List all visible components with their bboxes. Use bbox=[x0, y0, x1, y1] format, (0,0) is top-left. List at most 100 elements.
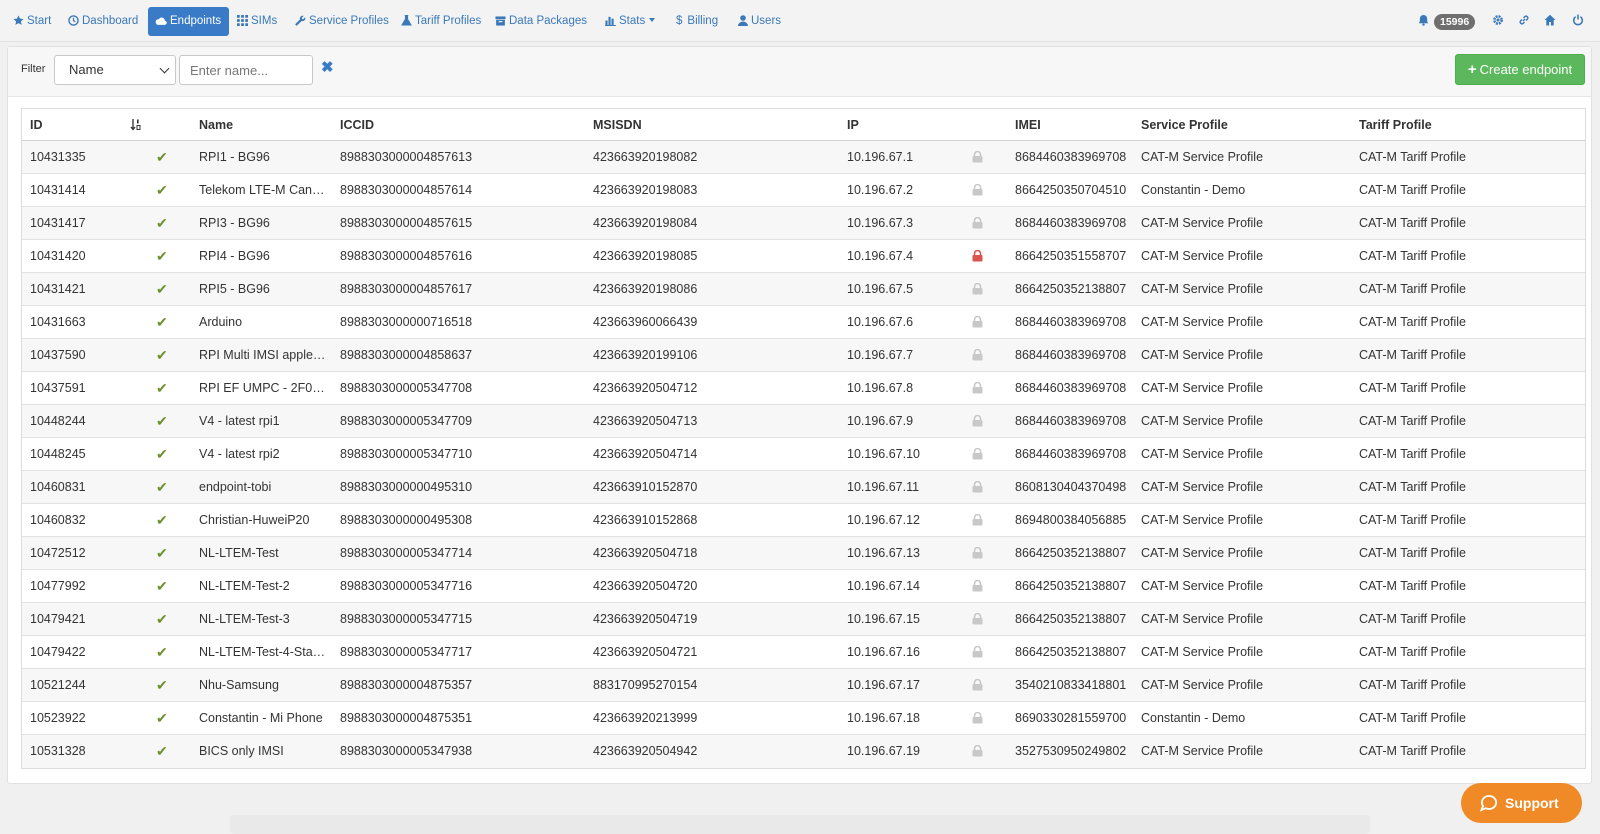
nav-start[interactable]: Start bbox=[6, 7, 58, 36]
notification-count-badge[interactable]: 15996 bbox=[1434, 14, 1476, 30]
create-endpoint-button[interactable]: + Create endpoint bbox=[1455, 54, 1585, 85]
support-button[interactable]: Support bbox=[1461, 783, 1582, 823]
header-ip[interactable]: IP bbox=[847, 109, 957, 140]
cell-name[interactable]: RPI EF UMPC - 2F0… bbox=[199, 372, 329, 404]
lock-icon[interactable] bbox=[972, 273, 986, 305]
cell-name[interactable]: RPI5 - BG96 bbox=[199, 273, 329, 305]
nav-stats[interactable]: Stats bbox=[598, 7, 662, 36]
table-row[interactable]: 10437590 RPI Multi IMSI apple… 89883030000… bbox=[22, 339, 1585, 372]
lock-icon[interactable] bbox=[972, 504, 986, 536]
cell-name[interactable]: NL-LTEM-Test-2 bbox=[199, 570, 329, 602]
lock-icon[interactable] bbox=[972, 306, 986, 338]
lock-icon[interactable] bbox=[972, 438, 986, 470]
lock-icon[interactable] bbox=[972, 240, 986, 272]
cell-name[interactable]: NL-LTEM-Test-3 bbox=[199, 603, 329, 635]
link-icon[interactable] bbox=[1518, 13, 1530, 31]
filter-field-select[interactable]: Name bbox=[54, 55, 176, 85]
nav-data-packages[interactable]: Data Packages bbox=[488, 7, 594, 36]
header-iccid[interactable]: ICCID bbox=[340, 109, 570, 140]
lock-icon[interactable] bbox=[972, 141, 986, 173]
cell-name[interactable]: Nhu-Samsung bbox=[199, 669, 329, 701]
cell-tariff-profile: CAT-M Tariff Profile bbox=[1359, 414, 1466, 428]
table-row[interactable]: 10477992 NL-LTEM-Test-2 898830300000534771… bbox=[22, 570, 1585, 603]
sort-icon[interactable] bbox=[130, 109, 150, 140]
lock-icon[interactable] bbox=[972, 471, 986, 503]
cell-imei: 8608130404370498 bbox=[1015, 480, 1127, 494]
lock-icon[interactable] bbox=[972, 603, 986, 635]
lock-icon[interactable] bbox=[972, 636, 986, 668]
table-row[interactable]: 10431417 RPI3 - BG96 8988303000004857615 42… bbox=[22, 207, 1585, 240]
table-row[interactable]: 10437591 RPI EF UMPC - 2F0… 89883030000053… bbox=[22, 372, 1585, 405]
cell-name[interactable]: RPI Multi IMSI apple… bbox=[199, 339, 329, 371]
clock-icon bbox=[68, 15, 79, 26]
lock-icon[interactable] bbox=[972, 174, 986, 206]
lock-icon[interactable] bbox=[972, 372, 986, 404]
nav-service-profiles[interactable]: Service Profiles bbox=[288, 7, 396, 36]
cell-tariff-profile: CAT-M Tariff Profile bbox=[1359, 249, 1466, 263]
cell-name[interactable]: NL-LTEM-Test-4-Sta… bbox=[199, 636, 329, 668]
table-row[interactable]: 10521244 Nhu-Samsung 8988303000004875357 88… bbox=[22, 669, 1585, 702]
filter-name-input[interactable] bbox=[179, 55, 313, 85]
table-row[interactable]: 10460831 endpoint-tobi 8988303000000495310… bbox=[22, 471, 1585, 504]
cell-imei: 8684460383969708 bbox=[1015, 150, 1127, 164]
cell-name[interactable]: Constantin - Mi Phone bbox=[199, 702, 329, 734]
cell-name[interactable]: V4 - latest rpi1 bbox=[199, 405, 329, 437]
cell-name[interactable]: Telekom LTE-M Can… bbox=[199, 174, 329, 206]
header-msisdn[interactable]: MSISDN bbox=[593, 109, 823, 140]
cell-name[interactable]: RPI1 - BG96 bbox=[199, 141, 329, 173]
cell-name[interactable]: NL-LTEM-Test bbox=[199, 537, 329, 569]
table-row[interactable]: 10431420 RPI4 - BG96 8988303000004857616 42… bbox=[22, 240, 1585, 273]
active-check-icon: ✔ bbox=[156, 743, 168, 759]
lock-icon[interactable] bbox=[972, 207, 986, 239]
nav-users[interactable]: Users bbox=[731, 7, 788, 36]
cell-iccid: 8988303000004858637 bbox=[340, 348, 473, 362]
bell-icon[interactable] bbox=[1418, 13, 1429, 31]
gear-icon[interactable] bbox=[1492, 13, 1504, 31]
table-row[interactable]: 10472512 NL-LTEM-Test 8988303000005347714 4… bbox=[22, 537, 1585, 570]
home-icon[interactable] bbox=[1544, 13, 1556, 31]
cell-name[interactable]: V4 - latest rpi2 bbox=[199, 438, 329, 470]
cell-iccid: 8988303000005347717 bbox=[340, 645, 473, 659]
cell-iccid: 8988303000004857616 bbox=[340, 249, 473, 263]
cell-name[interactable]: RPI3 - BG96 bbox=[199, 207, 329, 239]
table-row[interactable]: 10460832 Christian-HuweiP20 89883030000004… bbox=[22, 504, 1585, 537]
table-row[interactable]: 10531328 BICS only IMSI 898830300000534793… bbox=[22, 735, 1585, 768]
nav-sims[interactable]: SIMs bbox=[230, 7, 284, 36]
cell-name[interactable]: endpoint-tobi bbox=[199, 471, 329, 503]
table-row[interactable]: 10431335 RPI1 - BG96 8988303000004857613 42… bbox=[22, 141, 1585, 174]
cell-tariff-profile: CAT-M Tariff Profile bbox=[1359, 348, 1466, 362]
header-service-profile[interactable]: Service Profile bbox=[1141, 109, 1351, 140]
header-id[interactable]: ID bbox=[30, 109, 120, 140]
header-tariff-profile[interactable]: Tariff Profile bbox=[1359, 109, 1569, 140]
cell-name[interactable]: Arduino bbox=[199, 306, 329, 338]
lock-icon[interactable] bbox=[972, 537, 986, 569]
table-row[interactable]: 10431663 Arduino 8988303000000716518 423663… bbox=[22, 306, 1585, 339]
lock-icon[interactable] bbox=[972, 669, 986, 701]
cell-tariff-profile: CAT-M Tariff Profile bbox=[1359, 480, 1466, 494]
table-row[interactable]: 10431414 Telekom LTE-M Can… 89883030000048… bbox=[22, 174, 1585, 207]
table-row[interactable]: 10479421 NL-LTEM-Test-3 898830300000534771… bbox=[22, 603, 1585, 636]
nav-endpoints[interactable]: Endpoints bbox=[148, 7, 229, 36]
cell-name[interactable]: RPI4 - BG96 bbox=[199, 240, 329, 272]
power-icon[interactable] bbox=[1572, 13, 1584, 31]
clear-filter-button[interactable]: ✖ bbox=[321, 60, 334, 75]
table-header: ID Name ICCID MSISDN IP IMEI Service Pro… bbox=[22, 109, 1585, 141]
nav-dashboard[interactable]: Dashboard bbox=[61, 7, 145, 36]
table-row[interactable]: 10431421 RPI5 - BG96 8988303000004857617 42… bbox=[22, 273, 1585, 306]
lock-icon[interactable] bbox=[972, 405, 986, 437]
nav-billing[interactable]: $ Billing bbox=[669, 7, 725, 36]
table-row[interactable]: 10448244 V4 - latest rpi1 8988303000005347… bbox=[22, 405, 1585, 438]
header-imei[interactable]: IMEI bbox=[1015, 109, 1135, 140]
lock-icon[interactable] bbox=[972, 735, 986, 768]
cell-name[interactable]: Christian-HuweiP20 bbox=[199, 504, 329, 536]
header-name[interactable]: Name bbox=[199, 109, 329, 140]
lock-icon[interactable] bbox=[972, 570, 986, 602]
lock-icon[interactable] bbox=[972, 702, 986, 734]
cell-id: 10479421 bbox=[30, 612, 86, 626]
table-row[interactable]: 10523922 Constantin - Mi Phone 89883030000… bbox=[22, 702, 1585, 735]
table-row[interactable]: 10479422 NL-LTEM-Test-4-Sta… 8988303000005… bbox=[22, 636, 1585, 669]
table-row[interactable]: 10448245 V4 - latest rpi2 8988303000005347… bbox=[22, 438, 1585, 471]
cell-name[interactable]: BICS only IMSI bbox=[199, 735, 329, 768]
nav-tariff-profiles[interactable]: Tariff Profiles bbox=[394, 7, 488, 36]
lock-icon[interactable] bbox=[972, 339, 986, 371]
